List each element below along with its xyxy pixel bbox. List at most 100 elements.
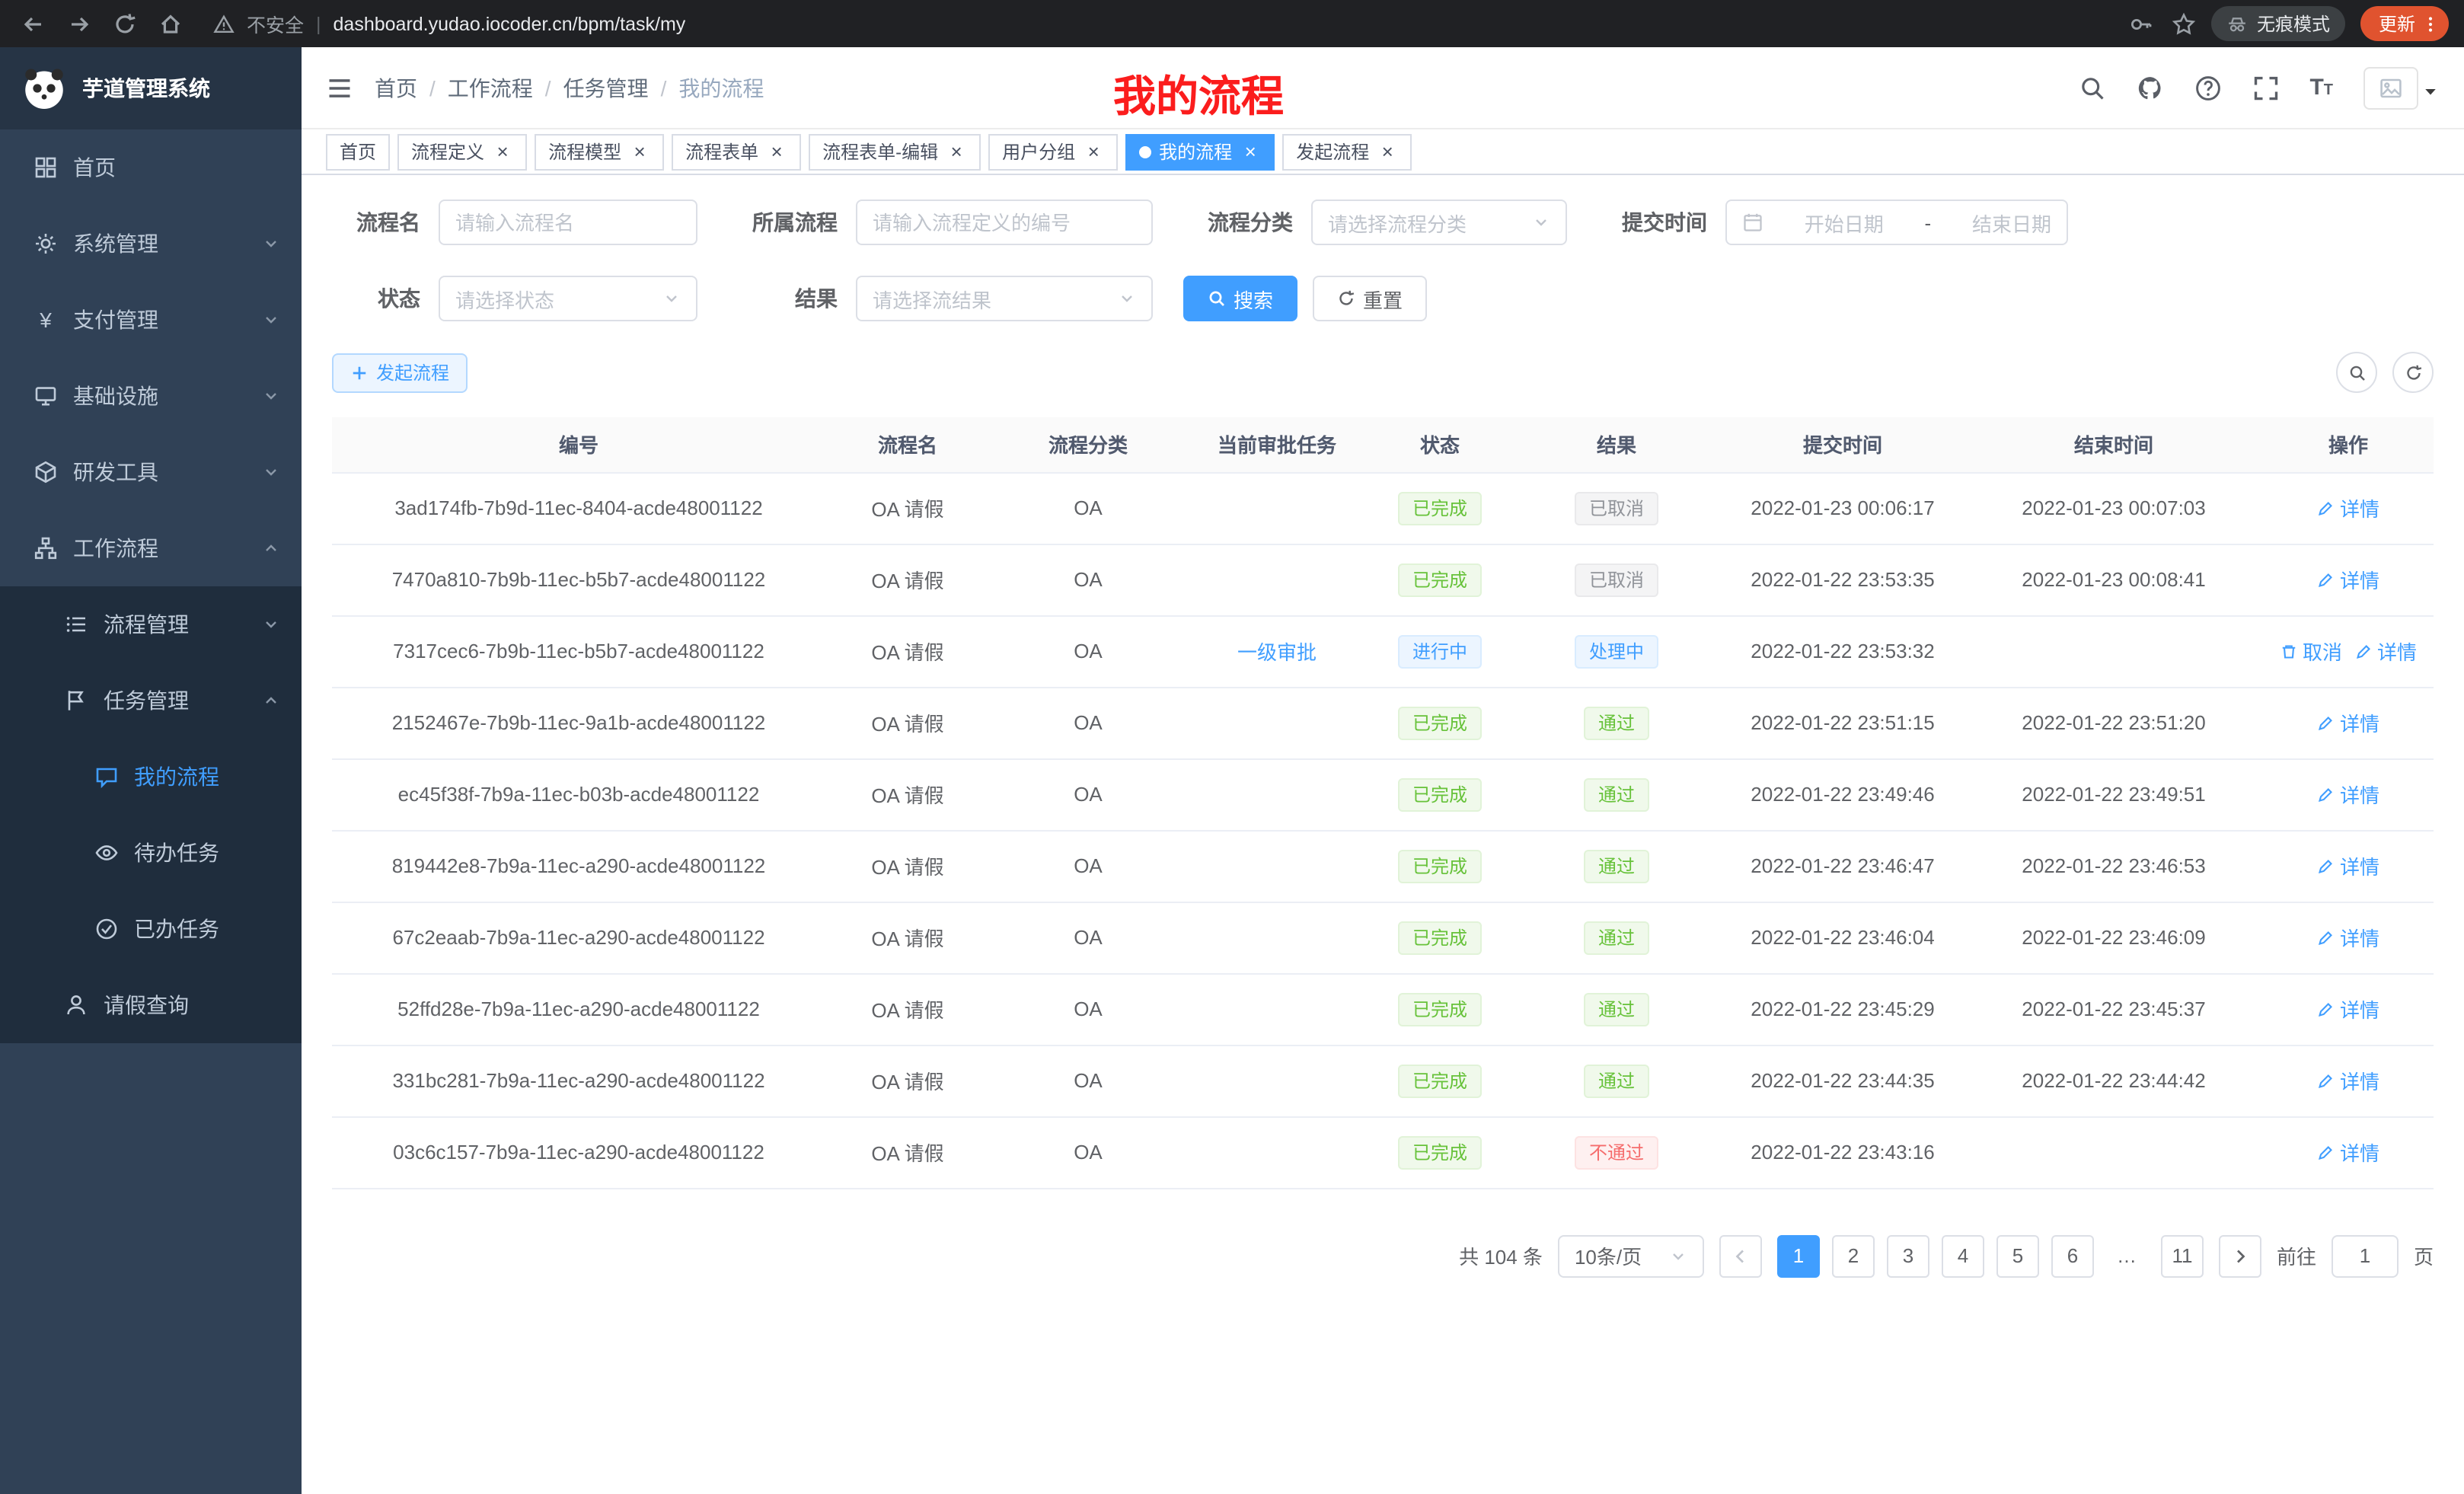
page-button[interactable]: 3 — [1887, 1234, 1929, 1277]
process-owner-label: 所属流程 — [728, 207, 838, 238]
home-icon[interactable] — [158, 11, 183, 36]
toggle-search-button[interactable] — [2336, 352, 2377, 393]
pager-ellipsis[interactable]: … — [2106, 1234, 2149, 1277]
sidebar-item-workflow[interactable]: 工作流程 — [0, 510, 302, 586]
tab-item[interactable]: 用户分组× — [988, 133, 1118, 170]
sidebar: 芋道管理系统 首页 系统管理 ¥ 支付管理 基础设施 — [0, 47, 302, 1494]
sidebar-item-task-management[interactable]: 任务管理 — [0, 662, 302, 739]
page-button[interactable]: 1 — [1777, 1234, 1820, 1277]
create-process-button[interactable]: 发起流程 — [332, 353, 468, 392]
tab-close-icon[interactable]: × — [766, 141, 787, 162]
page-button[interactable]: 6 — [2051, 1234, 2094, 1277]
detail-button[interactable]: 详情 — [2317, 923, 2379, 952]
forward-icon[interactable] — [67, 11, 91, 36]
page-button[interactable]: 2 — [1832, 1234, 1875, 1277]
tab-item[interactable]: 发起流程× — [1282, 133, 1412, 170]
back-icon[interactable] — [21, 11, 46, 36]
detail-button[interactable]: 详情 — [2317, 994, 2379, 1023]
tab-close-icon[interactable]: × — [1240, 141, 1261, 162]
process-definition-input[interactable] — [873, 211, 1136, 234]
detail-button[interactable]: 详情 — [2317, 780, 2379, 809]
sidebar-item-done-tasks[interactable]: 已办任务 — [0, 891, 302, 967]
process-category-select[interactable]: 请选择流程分类 — [1311, 200, 1567, 245]
tab-item[interactable]: 首页 — [326, 133, 390, 170]
breadcrumb-item[interactable]: 首页 — [375, 72, 417, 103]
start-date-placeholder[interactable]: 开始日期 — [1805, 208, 1884, 237]
cell-end-time: 2022-01-22 23:49:51 — [1964, 758, 2263, 830]
sidebar-item-home[interactable]: 首页 — [0, 129, 302, 206]
refresh-table-button[interactable] — [2392, 352, 2434, 393]
help-icon[interactable] — [2194, 74, 2221, 101]
breadcrumb-item[interactable]: 任务管理 — [563, 72, 649, 103]
update-button[interactable]: 更新 — [2360, 6, 2449, 41]
detail-button[interactable]: 详情 — [2317, 493, 2379, 522]
caret-down-icon — [2421, 81, 2440, 100]
sidebar-item-todo-tasks[interactable]: 待办任务 — [0, 815, 302, 891]
cancel-button[interactable]: 取消 — [2280, 637, 2342, 666]
detail-button[interactable]: 详情 — [2317, 1138, 2379, 1167]
process-name-input[interactable] — [455, 211, 681, 234]
result-select[interactable]: 请选择流结果 — [856, 276, 1153, 321]
tab-close-icon[interactable]: × — [1083, 141, 1104, 162]
tab-item[interactable]: 流程表单× — [672, 133, 801, 170]
collapse-menu-icon[interactable] — [326, 74, 353, 101]
col-submit-time: 提交时间 — [1721, 417, 1964, 472]
prev-page-button[interactable] — [1719, 1234, 1762, 1277]
warning-icon — [213, 13, 235, 34]
detail-button[interactable]: 详情 — [2317, 851, 2379, 880]
search-icon[interactable] — [2078, 74, 2105, 101]
sidebar-item-infrastructure[interactable]: 基础设施 — [0, 358, 302, 434]
menu-dots-icon[interactable] — [2421, 14, 2440, 33]
cell-actions: 详情 — [2263, 472, 2434, 544]
breadcrumb-item[interactable]: 工作流程 — [448, 72, 533, 103]
tab-close-icon[interactable]: × — [629, 141, 650, 162]
tab-item[interactable]: 我的流程× — [1125, 133, 1275, 170]
sidebar-item-my-process[interactable]: 我的流程 — [0, 739, 302, 815]
reload-icon[interactable] — [113, 11, 137, 36]
avatar[interactable] — [2363, 66, 2418, 109]
end-date-placeholder[interactable]: 结束日期 — [1972, 208, 2051, 237]
status-select[interactable]: 请选择状态 — [439, 276, 697, 321]
tab-close-icon[interactable]: × — [1377, 141, 1398, 162]
breadcrumb-separator: / — [429, 75, 436, 100]
detail-button[interactable]: 详情 — [2317, 708, 2379, 737]
page-button[interactable]: 11 — [2161, 1234, 2204, 1277]
goto-page-input[interactable] — [2332, 1234, 2399, 1277]
logo-avatar — [21, 65, 67, 111]
detail-button[interactable]: 详情 — [2317, 1066, 2379, 1095]
address-bar[interactable]: 不安全 | dashboard.yudao.iocoder.cn/bpm/tas… — [213, 9, 2196, 38]
detail-button[interactable]: 详情 — [2354, 637, 2417, 666]
tab-close-icon[interactable]: × — [946, 141, 967, 162]
table-row: 52ffd28e-7b9a-11ec-a290-acde48001122OA 请… — [332, 973, 2434, 1045]
sidebar-item-process-management[interactable]: 流程管理 — [0, 586, 302, 662]
github-icon[interactable] — [2136, 74, 2163, 101]
table-body: 3ad174fb-7b9d-11ec-8404-acde48001122OA 请… — [332, 472, 2434, 1188]
next-page-button[interactable] — [2219, 1234, 2261, 1277]
date-range-picker[interactable]: 开始日期 - 结束日期 — [1725, 200, 2068, 245]
detail-button[interactable]: 详情 — [2317, 565, 2379, 594]
sidebar-item-system-management[interactable]: 系统管理 — [0, 206, 302, 282]
page-size-select[interactable]: 10条/页 — [1558, 1234, 1704, 1277]
chevron-right-icon — [2231, 1247, 2249, 1265]
tab-item[interactable]: 流程模型× — [535, 133, 664, 170]
fullscreen-icon[interactable] — [2252, 74, 2279, 101]
cell-current-task — [1186, 973, 1368, 1045]
range-separator: - — [1925, 211, 1932, 234]
current-task-link[interactable]: 一级审批 — [1237, 637, 1317, 666]
bookmark-star-icon[interactable] — [2172, 11, 2196, 36]
sidebar-item-devtools[interactable]: 研发工具 — [0, 434, 302, 510]
page-button[interactable]: 4 — [1942, 1234, 1984, 1277]
search-button-label: 搜索 — [1234, 284, 1273, 313]
sidebar-item-leave-query[interactable]: 请假查询 — [0, 967, 302, 1043]
reset-button[interactable]: 重置 — [1313, 276, 1427, 321]
search-button[interactable]: 搜索 — [1183, 276, 1297, 321]
key-icon[interactable] — [2129, 11, 2153, 36]
chevron-down-icon — [1669, 1247, 1687, 1265]
tab-item[interactable]: 流程表单-编辑× — [809, 133, 981, 170]
font-size-icon[interactable]: TT — [2309, 76, 2333, 99]
tab-item[interactable]: 流程定义× — [397, 133, 527, 170]
tab-close-icon[interactable]: × — [492, 141, 513, 162]
page-button[interactable]: 5 — [1996, 1234, 2039, 1277]
sidebar-item-payment-management[interactable]: ¥ 支付管理 — [0, 282, 302, 358]
user-menu[interactable] — [2363, 66, 2440, 109]
